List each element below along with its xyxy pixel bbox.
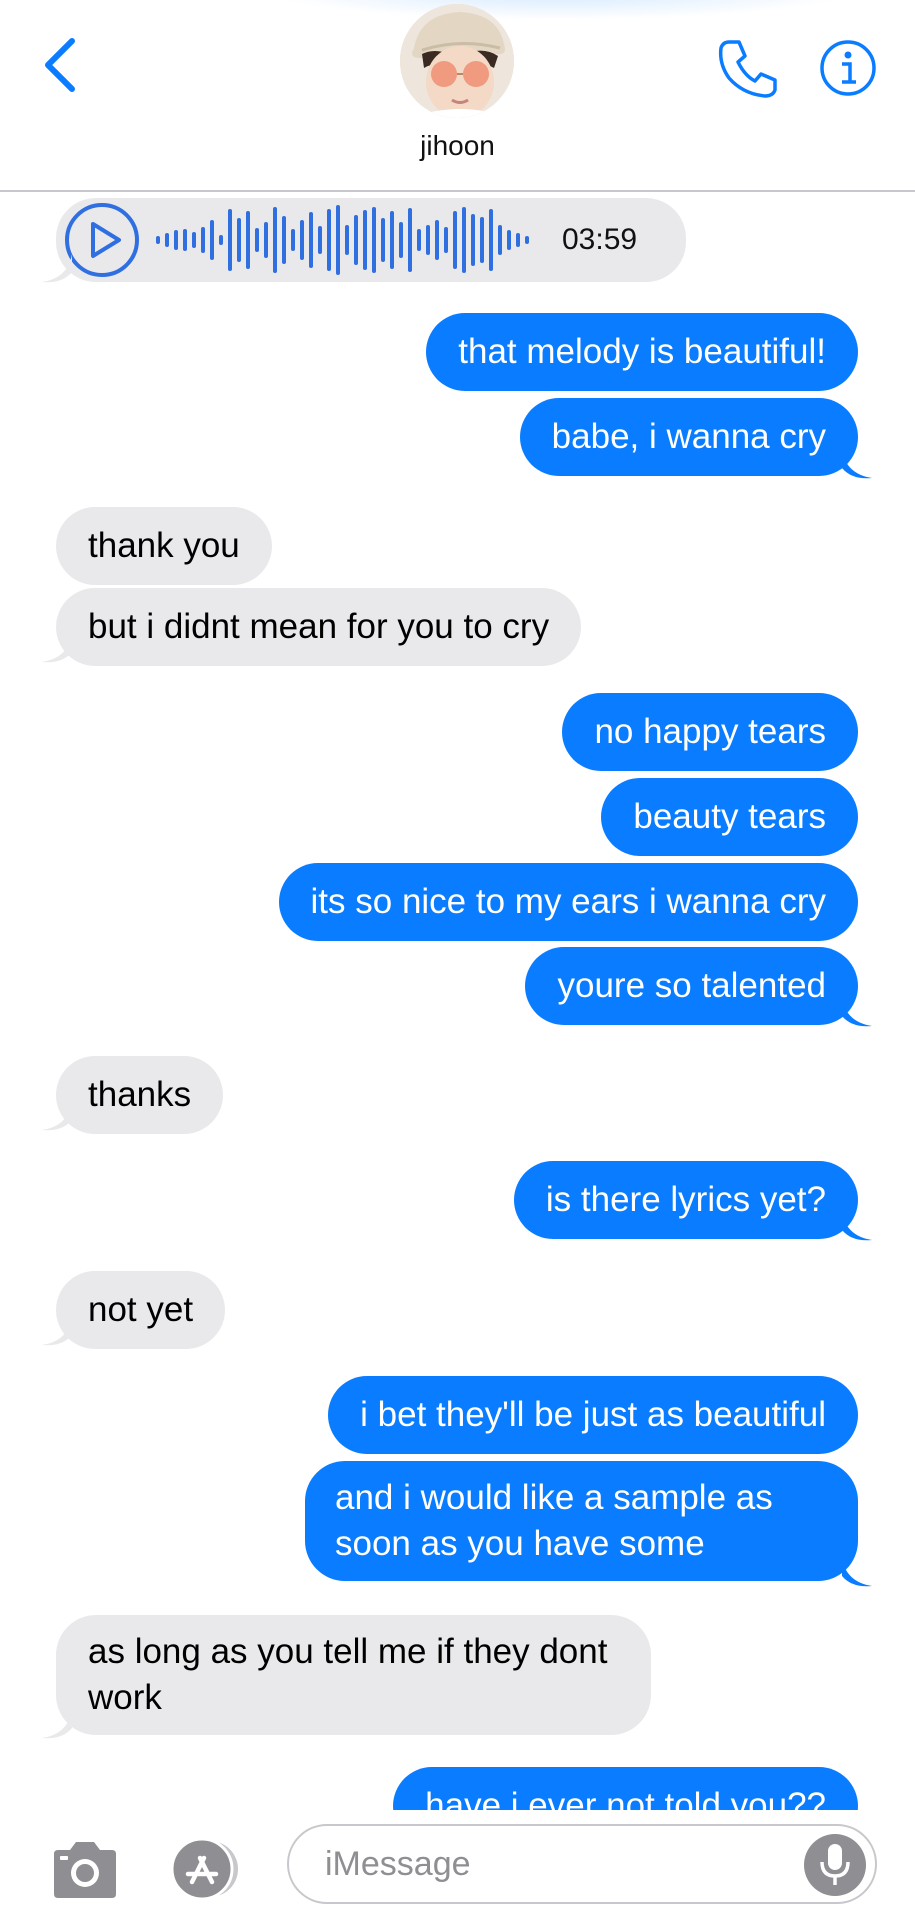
- waveform-bar: [318, 226, 322, 254]
- header-glow: [260, 0, 860, 20]
- camera-button[interactable]: [48, 1840, 120, 1900]
- input-bar: [0, 1810, 915, 1920]
- waveform-bar: [282, 216, 286, 264]
- back-button[interactable]: [30, 30, 90, 100]
- message-bubble-outgoing[interactable]: and i would like a sample as soon as you…: [305, 1461, 858, 1581]
- waveform-bar: [507, 230, 511, 250]
- message-bubble-outgoing[interactable]: its so nice to my ears i wanna cry: [278, 863, 858, 941]
- waveform-bar: [264, 222, 268, 258]
- waveform-bar: [291, 229, 295, 251]
- waveform-bar: [237, 218, 241, 262]
- waveform-bar: [201, 227, 205, 253]
- waveform-bar: [300, 220, 304, 260]
- message-bubble-incoming[interactable]: as long as you tell me if they dont work: [56, 1615, 651, 1735]
- waveform-bar: [354, 215, 358, 265]
- waveform-bar: [408, 208, 412, 272]
- bubble-tail: [842, 998, 872, 1027]
- avatar-photo: [400, 4, 514, 118]
- contact-avatar[interactable]: [400, 4, 514, 118]
- waveform-bar: [327, 209, 331, 271]
- bubble-tail: [42, 1317, 72, 1346]
- bubble-tail: [842, 1212, 872, 1241]
- waveform-bar: [381, 218, 385, 262]
- bubble-tail: [42, 634, 72, 663]
- waveform-bar: [183, 229, 187, 251]
- waveform-bar: [372, 207, 376, 273]
- waveform-bar: [516, 233, 520, 247]
- waveform-bar: [246, 211, 250, 269]
- bubble-tail: [42, 1710, 72, 1739]
- waveform-bar: [471, 214, 475, 266]
- app-store-icon: [170, 1837, 238, 1901]
- waveform-bar: [219, 235, 223, 245]
- waveform-bar: [309, 212, 313, 268]
- app-store-button[interactable]: [166, 1837, 250, 1901]
- waveform-bar: [192, 232, 196, 248]
- audio-waveform[interactable]: [152, 200, 532, 280]
- camera-icon: [54, 1842, 116, 1898]
- waveform-bar: [489, 209, 493, 271]
- waveform-bar: [228, 209, 232, 271]
- info-button[interactable]: [818, 38, 878, 98]
- message-bubble-incoming[interactable]: thank you: [56, 507, 272, 585]
- waveform-bar: [435, 220, 439, 260]
- bubble-tail: [842, 1558, 872, 1587]
- message-bubble-incoming[interactable]: thanks: [56, 1056, 224, 1134]
- message-input[interactable]: [287, 1824, 877, 1904]
- bubble-tail: [42, 1102, 72, 1131]
- imessage-screen: jihoon 03:59 that melody is beautiful! b…: [0, 0, 915, 1920]
- play-icon[interactable]: [62, 200, 142, 280]
- message-bubble-outgoing[interactable]: i bet they'll be just as beautiful: [328, 1376, 858, 1454]
- bubble-tail: [842, 450, 872, 479]
- waveform-bar: [390, 211, 394, 269]
- bubble-tail: [42, 254, 72, 283]
- message-bubble-incoming[interactable]: not yet: [56, 1271, 226, 1349]
- microphone-button[interactable]: [804, 1834, 866, 1896]
- waveform-bar: [210, 220, 214, 260]
- call-button[interactable]: [715, 36, 779, 100]
- message-bubble-outgoing[interactable]: beauty tears: [601, 778, 858, 856]
- waveform-bar: [453, 211, 457, 269]
- voice-message-bubble[interactable]: 03:59: [56, 198, 686, 282]
- message-bubble-outgoing[interactable]: is there lyrics yet?: [513, 1161, 858, 1239]
- waveform-bar: [525, 236, 529, 244]
- conversation-header: jihoon: [0, 0, 915, 192]
- microphone-icon: [820, 1844, 850, 1885]
- voice-message-duration: 03:59: [562, 223, 638, 256]
- waveform-bar: [462, 207, 466, 273]
- waveform-bar: [399, 222, 403, 258]
- waveform-bar: [498, 225, 502, 255]
- waveform-bar: [255, 228, 259, 252]
- waveform-bar: [444, 227, 448, 253]
- contact-name[interactable]: jihoon: [0, 130, 915, 162]
- waveform-bar: [273, 207, 277, 273]
- waveform-bar: [417, 229, 421, 251]
- phone-icon: [718, 40, 777, 98]
- message-bubble-outgoing[interactable]: youre so talented: [525, 947, 858, 1025]
- waveform-bar: [363, 210, 367, 270]
- message-bubble-outgoing[interactable]: no happy tears: [562, 693, 858, 771]
- waveform-bar: [480, 217, 484, 263]
- message-bubble-incoming[interactable]: but i didnt mean for you to cry: [56, 588, 582, 666]
- waveform-bar: [426, 225, 430, 255]
- message-bubble-outgoing[interactable]: babe, i wanna cry: [519, 398, 858, 476]
- waveform-bar: [336, 205, 340, 275]
- waveform-bar: [165, 233, 169, 247]
- message-bubble-outgoing[interactable]: that melody is beautiful!: [426, 313, 858, 391]
- info-icon: [820, 40, 876, 96]
- chevron-left-icon: [45, 38, 75, 92]
- waveform-bar: [345, 225, 349, 255]
- waveform-bar: [156, 236, 160, 244]
- waveform-bar: [174, 230, 178, 250]
